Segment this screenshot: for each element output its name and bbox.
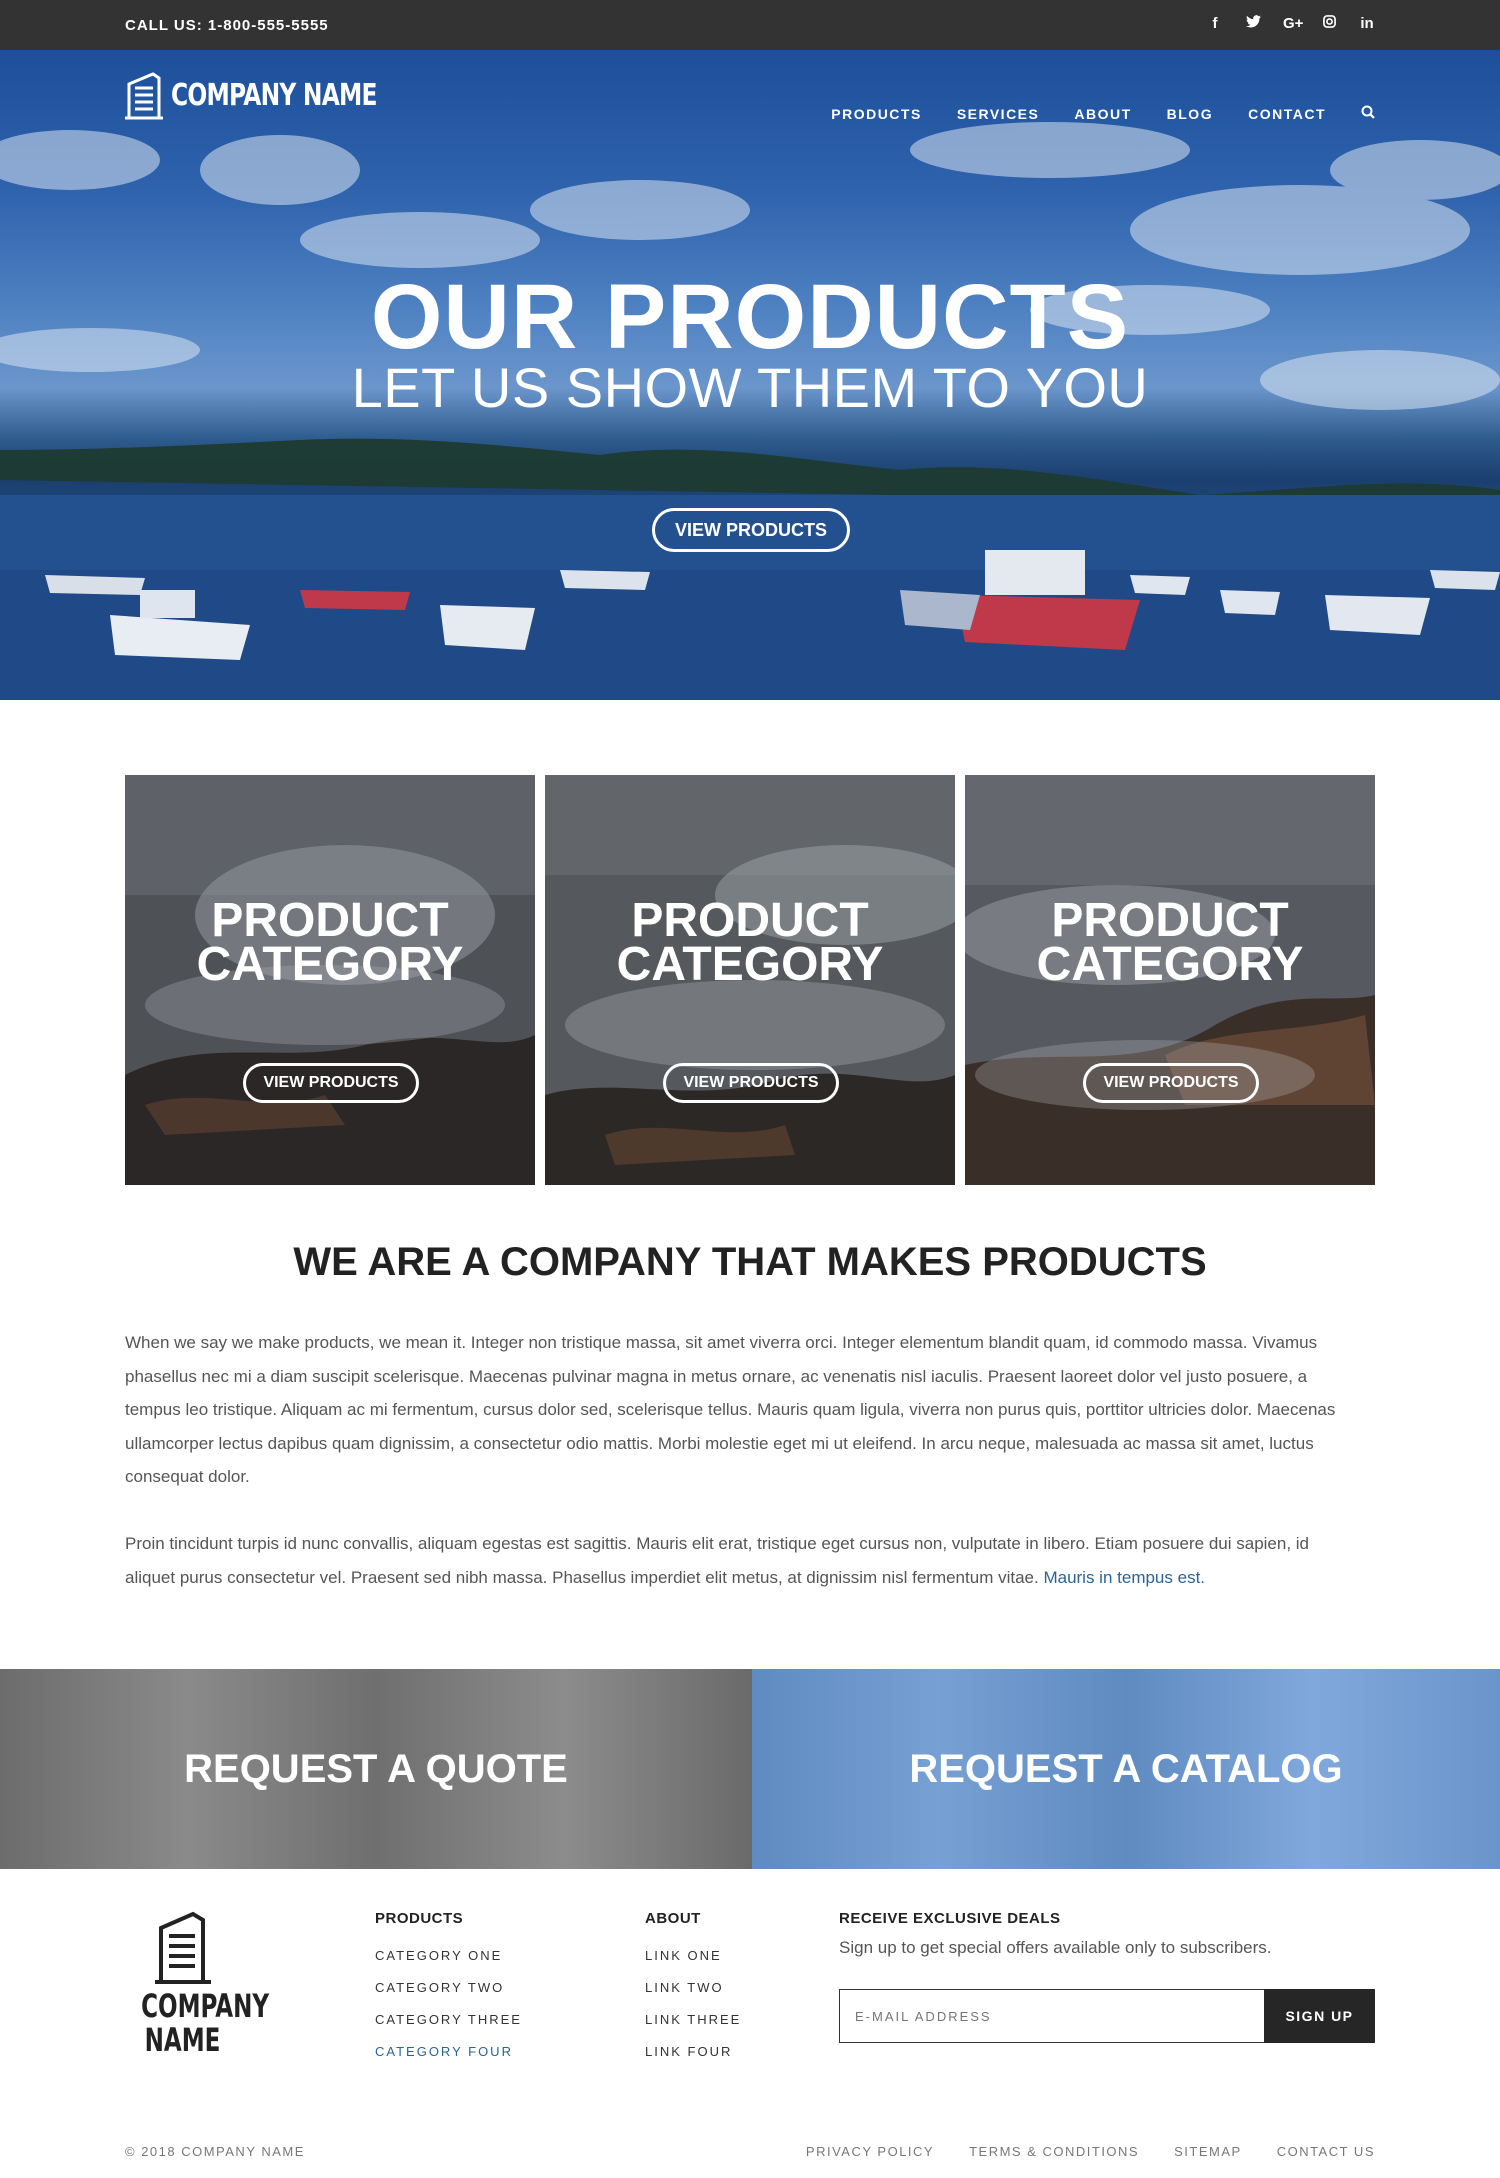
product-category-card[interactable]: PRODUCT CATEGORY VIEW PRODUCTS [125,775,535,1185]
product-category-card[interactable]: PRODUCT CATEGORY VIEW PRODUCTS [965,775,1375,1185]
category-title: PRODUCT CATEGORY [1036,894,1304,991]
footer-link-three[interactable]: LINK THREE [645,2004,741,2036]
category-view-products-button[interactable]: VIEW PRODUCTS [1083,1063,1259,1103]
legal-links: PRIVACY POLICY TERMS & CONDITIONS SITEMA… [806,2144,1375,2159]
instagram-icon[interactable] [1321,15,1337,32]
email-field[interactable] [839,1989,1264,2043]
category-view-products-button[interactable]: VIEW PRODUCTS [663,1063,839,1103]
building-icon [154,1911,211,1984]
google-plus-icon[interactable]: G+ [1283,15,1303,32]
search-icon[interactable] [1361,105,1375,123]
hero-view-products-button[interactable]: VIEW PRODUCTS [652,508,850,552]
footer-link-category-four[interactable]: CATEGORY FOUR [375,2036,522,2068]
terms-conditions-link[interactable]: TERMS & CONDITIONS [969,2144,1139,2159]
about-heading: WE ARE A COMPANY THAT MAKES PRODUCTS [293,1240,1207,1284]
deals-description: Sign up to get special offers available … [839,1938,1272,1957]
nav-blog[interactable]: BLOG [1167,106,1213,122]
footer-bottom-bar: © 2018 COMPANY NAME PRIVACY POLICY TERMS… [125,2144,1375,2159]
about-paragraph: Proin tincidunt turpis id nunc convallis… [125,1534,1310,1587]
newsletter-signup: RECEIVE EXCLUSIVE DEALS Sign up to get s… [839,1910,1375,2043]
top-bar: CALL US: 1-800-555-5555 f G+ in [0,0,1500,50]
hero-banner: COMPANY NAME PRODUCTS SERVICES ABOUT BLO… [0,50,1500,700]
privacy-policy-link[interactable]: PRIVACY POLICY [806,2144,934,2159]
call-us-text: CALL US: 1-800-555-5555 [125,17,329,34]
request-catalog-banner[interactable]: REQUEST A CATALOG [752,1669,1500,1869]
about-paragraph: When we say we make products, we mean it… [125,1333,1336,1486]
request-catalog-label: REQUEST A CATALOG [909,1747,1343,1791]
nav-services[interactable]: SERVICES [957,106,1040,122]
footer-link-one[interactable]: LINK ONE [645,1940,741,1972]
footer-products-column: PRODUCTS CATEGORY ONE CATEGORY TWO CATEG… [375,1910,522,2068]
category-title: PRODUCT CATEGORY [196,894,464,991]
logo-text: COMPANY NAME [171,77,378,113]
contact-us-link[interactable]: CONTACT US [1277,2144,1375,2159]
social-links: f G+ in [1207,15,1375,32]
copyright-text: © 2018 COMPANY NAME [125,2144,305,2159]
footer-logo[interactable]: COMPANY NAME [125,1908,270,2059]
hero-subtitle: LET US SHOW THEM TO YOU [351,356,1149,419]
company-logo[interactable]: COMPANY NAME [125,70,435,120]
sign-up-button[interactable]: SIGN UP [1264,1989,1375,2043]
footer-link-category-three[interactable]: CATEGORY THREE [375,2004,522,2036]
linkedin-icon[interactable]: in [1359,15,1375,32]
footer-link-category-two[interactable]: CATEGORY TWO [375,1972,522,2004]
signup-form: SIGN UP [839,1989,1375,2043]
deals-heading: RECEIVE EXCLUSIVE DEALS [839,1910,1061,1927]
tempus-link[interactable]: Mauris in tempus est. [1043,1568,1205,1587]
facebook-icon[interactable]: f [1207,15,1223,32]
nav-about[interactable]: ABOUT [1074,106,1131,122]
footer-link-category-one[interactable]: CATEGORY ONE [375,1940,522,1972]
footer-link-two[interactable]: LINK TWO [645,1972,741,2004]
footer-link-four[interactable]: LINK FOUR [645,2036,741,2068]
sitemap-link[interactable]: SITEMAP [1174,2144,1242,2159]
nav-contact[interactable]: CONTACT [1248,106,1326,122]
footer-about-column: ABOUT LINK ONE LINK TWO LINK THREE LINK … [645,1910,741,2068]
product-category-card[interactable]: PRODUCT CATEGORY VIEW PRODUCTS [545,775,955,1185]
footer-about-heading: ABOUT [645,1910,701,1927]
request-quote-banner[interactable]: REQUEST A QUOTE [0,1669,752,1869]
nav-products[interactable]: PRODUCTS [831,106,922,122]
footer-products-heading: PRODUCTS [375,1910,464,1927]
category-title: PRODUCT CATEGORY [616,894,884,991]
category-view-products-button[interactable]: VIEW PRODUCTS [243,1063,419,1103]
request-quote-label: REQUEST A QUOTE [184,1747,568,1791]
main-nav: PRODUCTS SERVICES ABOUT BLOG CONTACT [831,105,1375,123]
footer-logo-text: COMPANY NAME [141,1987,270,2059]
building-icon [125,72,163,120]
twitter-icon[interactable] [1245,15,1261,32]
